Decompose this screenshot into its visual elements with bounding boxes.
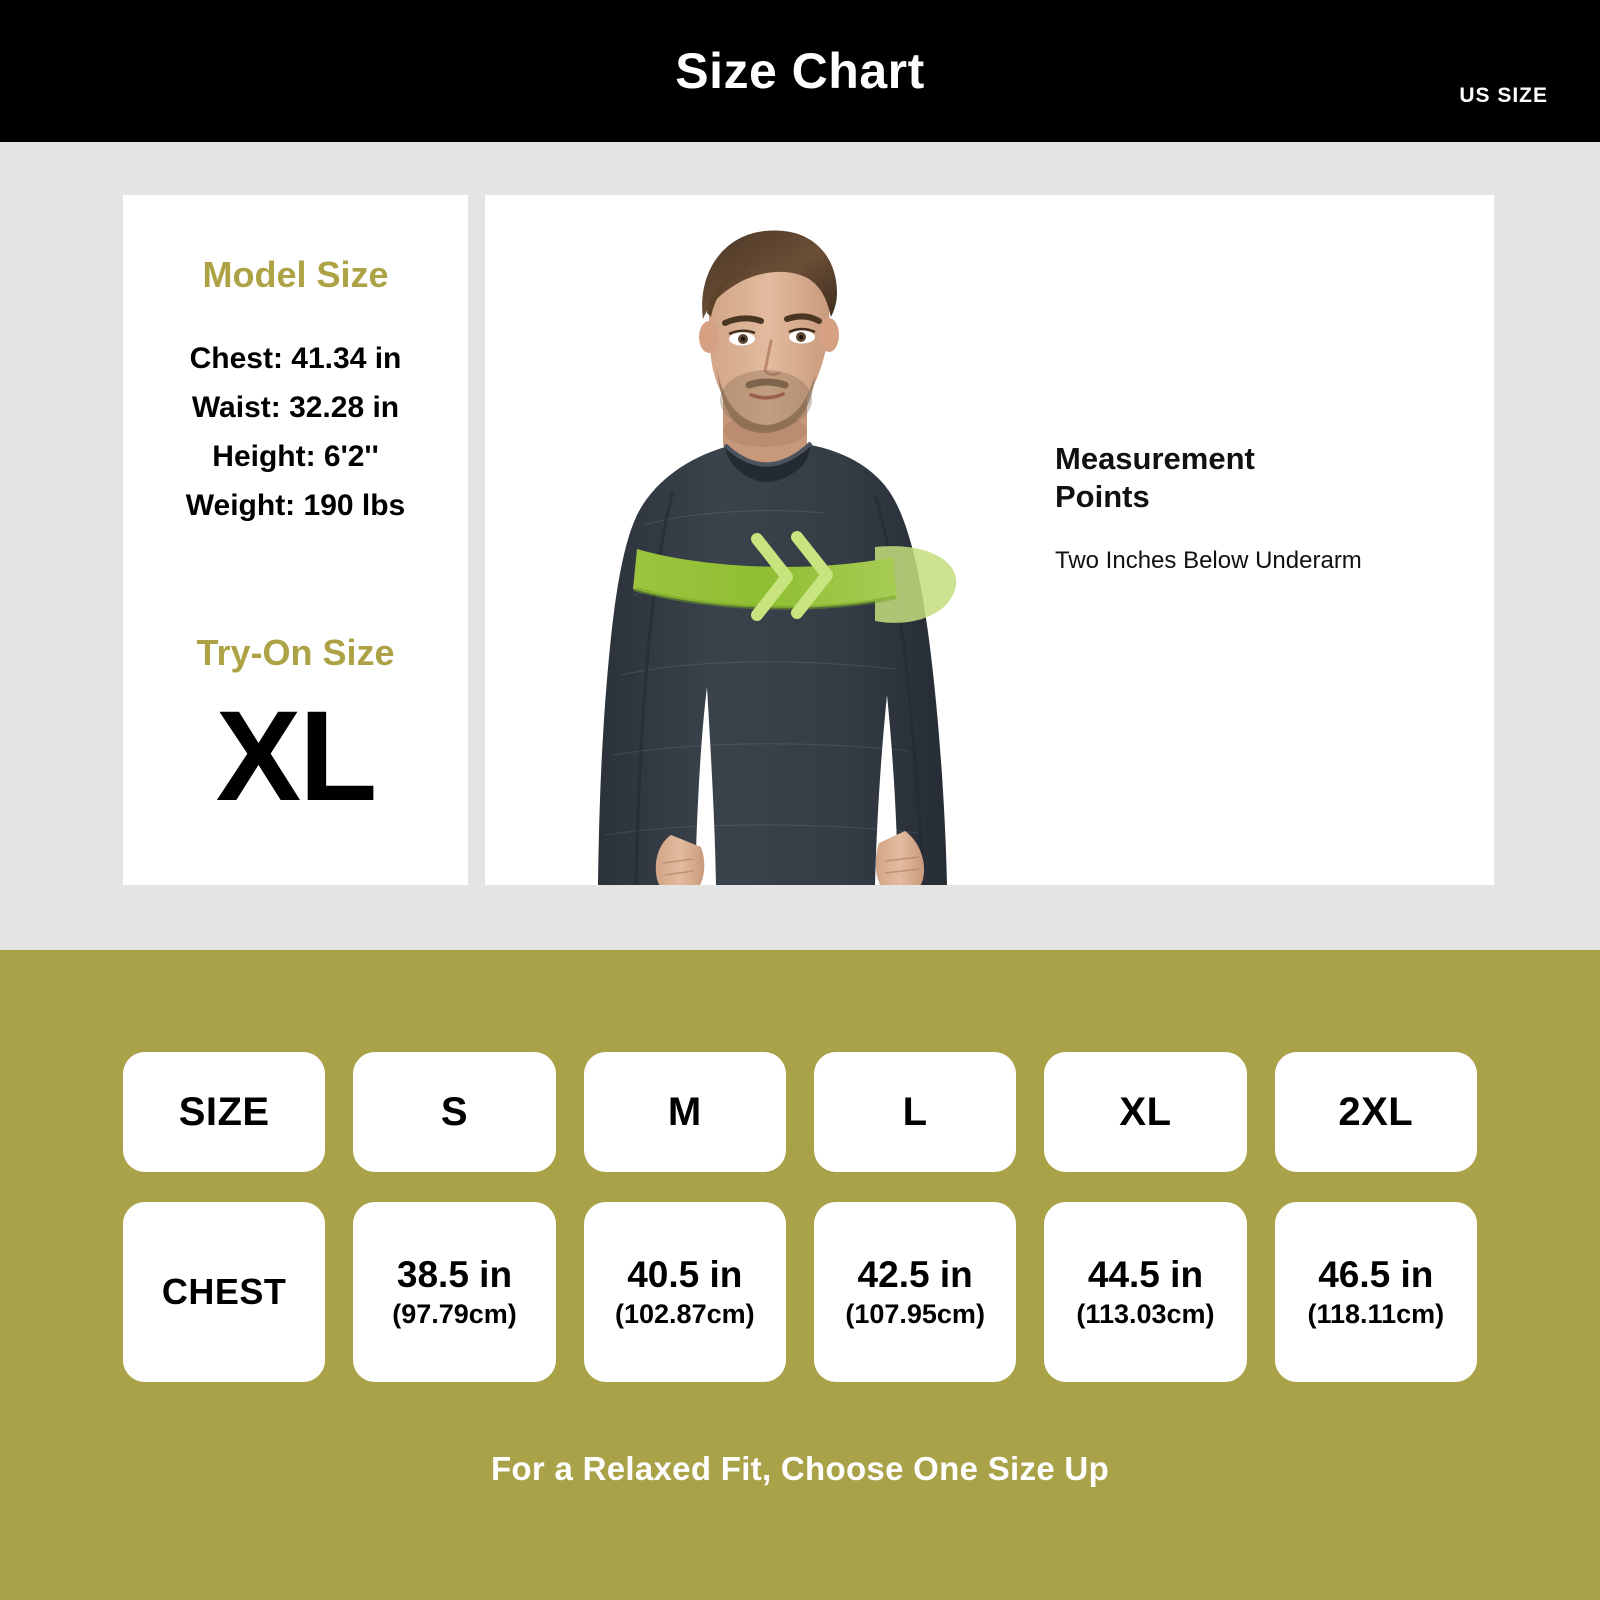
size-table-section: SIZE S M L XL 2XL CHEST 38.5 in (97.79cm… bbox=[0, 950, 1600, 1600]
measurement-points-line2: Points bbox=[1055, 479, 1150, 514]
table-cell-size-m: M bbox=[583, 1052, 786, 1172]
measurement-points-heading: Measurement Points bbox=[1055, 440, 1455, 516]
size-label-s: S bbox=[440, 1089, 469, 1134]
info-section: Model Size Chest: 41.34 in Waist: 32.28 … bbox=[0, 142, 1600, 950]
tryon-size-heading: Try-On Size bbox=[196, 632, 395, 673]
page-title: Size Chart bbox=[675, 43, 925, 99]
chest-header-label: CHEST bbox=[161, 1271, 287, 1312]
chest-in-xl: 44.5 in bbox=[1087, 1254, 1204, 1295]
table-cell-size-2xl: 2XL bbox=[1274, 1052, 1477, 1172]
chest-cm-l: (107.95cm) bbox=[845, 1299, 985, 1329]
table-cell-chest-header: CHEST bbox=[123, 1202, 326, 1382]
model-spec-waist: Waist: 32.28 in bbox=[191, 391, 400, 424]
table-cell-size-header: SIZE bbox=[123, 1052, 326, 1172]
chest-in-s: 38.5 in bbox=[396, 1254, 513, 1295]
fit-advice-note: For a Relaxed Fit, Choose One Size Up bbox=[490, 1450, 1110, 1487]
unit-label: US SIZE bbox=[1459, 84, 1548, 107]
size-label-2xl: 2XL bbox=[1338, 1089, 1414, 1134]
size-label-xl: XL bbox=[1119, 1089, 1172, 1134]
model-specs-list: Chest: 41.34 in Waist: 32.28 in Height: … bbox=[123, 334, 468, 530]
chest-cm-m: (102.87cm) bbox=[615, 1299, 755, 1329]
model-size-heading: Model Size bbox=[202, 254, 389, 295]
table-row: SIZE S M L XL 2XL bbox=[123, 1052, 1477, 1172]
table-cell-size-s: S bbox=[353, 1052, 556, 1172]
table-cell-size-l: L bbox=[813, 1052, 1017, 1172]
table-cell-size-xl: XL bbox=[1044, 1052, 1247, 1172]
model-photo bbox=[598, 230, 957, 885]
chest-in-m: 40.5 in bbox=[627, 1254, 743, 1295]
table-cell-chest-l: 42.5 in (107.95cm) bbox=[813, 1202, 1017, 1382]
model-spec-chest: Chest: 41.34 in bbox=[189, 342, 402, 375]
page-header: Size Chart US SIZE bbox=[0, 0, 1600, 142]
model-spec-height: Height: 6'2'' bbox=[212, 440, 379, 473]
chest-in-2xl: 46.5 in bbox=[1318, 1254, 1434, 1295]
measurement-points-subtitle: Two Inches Below Underarm bbox=[1055, 547, 1362, 574]
model-spec-weight: Weight: 190 lbs bbox=[185, 489, 406, 522]
chest-cm-2xl: (118.11cm) bbox=[1307, 1299, 1445, 1329]
table-cell-chest-2xl: 46.5 in (118.11cm) bbox=[1274, 1202, 1477, 1382]
model-size-card: Model Size Chest: 41.34 in Waist: 32.28 … bbox=[123, 195, 468, 885]
size-label-m: M bbox=[667, 1089, 702, 1134]
size-table: SIZE S M L XL 2XL CHEST 38.5 in (97.79cm… bbox=[123, 1052, 1477, 1382]
measurement-photo-card: Measurement Points Two Inches Below Unde… bbox=[485, 195, 1494, 885]
measurement-points-line1: Measurement bbox=[1055, 441, 1255, 476]
table-cell-chest-s: 38.5 in (97.79cm) bbox=[353, 1202, 556, 1382]
table-cell-chest-xl: 44.5 in (113.03cm) bbox=[1044, 1202, 1247, 1382]
chest-cm-s: (97.79cm) bbox=[392, 1299, 517, 1329]
chest-in-l: 42.5 in bbox=[857, 1254, 973, 1295]
tryon-size-value: XL bbox=[215, 685, 378, 828]
size-label-l: L bbox=[902, 1089, 928, 1134]
table-cell-chest-m: 40.5 in (102.87cm) bbox=[583, 1202, 786, 1382]
size-header-label: SIZE bbox=[178, 1089, 270, 1134]
table-row: CHEST 38.5 in (97.79cm) 40.5 in (102.87c… bbox=[123, 1202, 1477, 1382]
chest-cm-xl: (113.03cm) bbox=[1076, 1299, 1215, 1329]
